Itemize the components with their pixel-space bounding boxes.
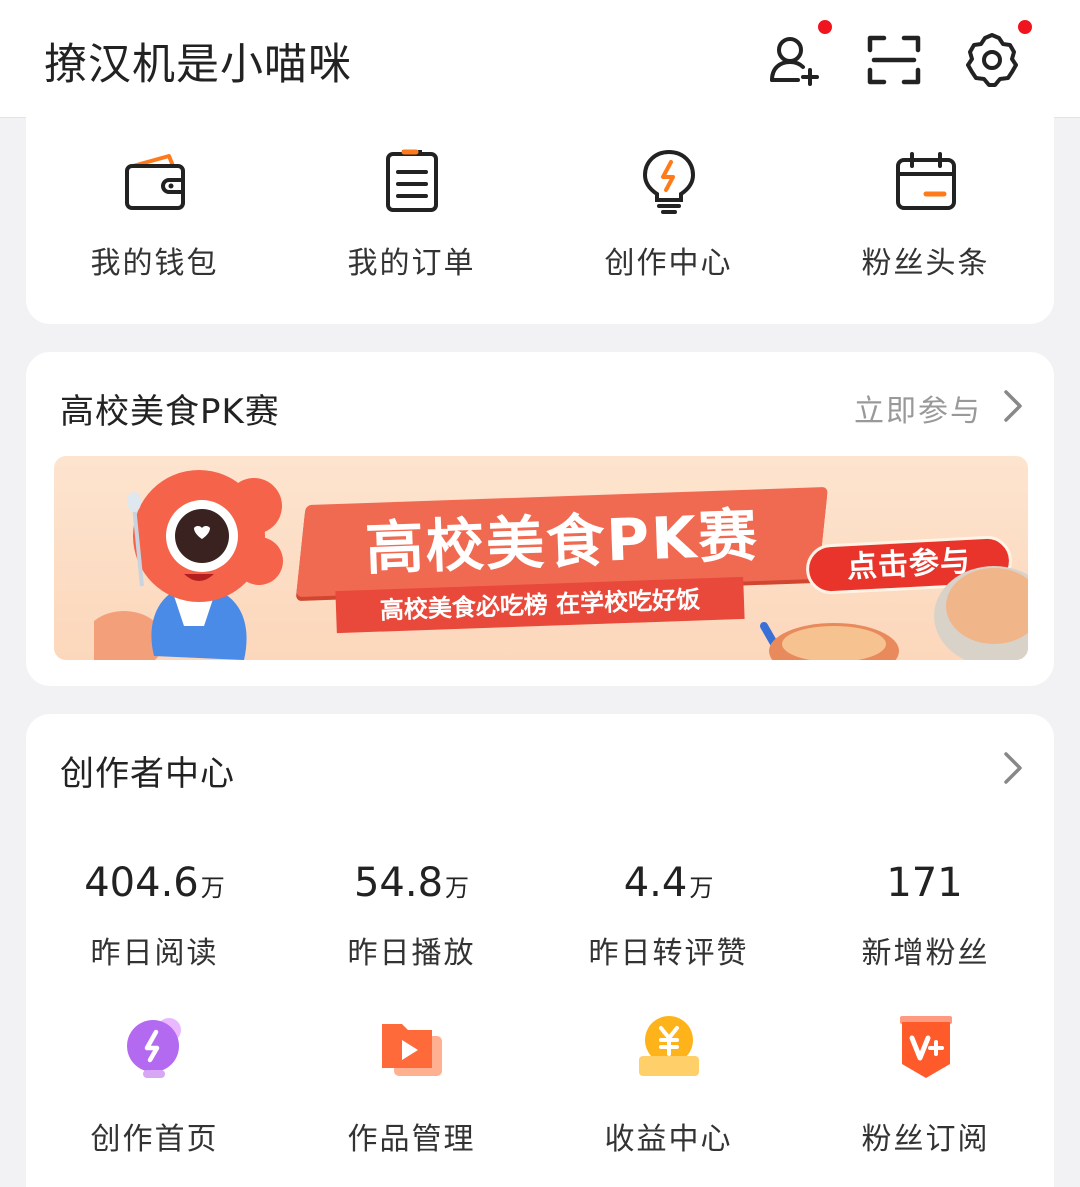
stat-label: 新增粉丝 xyxy=(861,936,990,971)
quick-action-label: 我的钱包 xyxy=(90,246,219,281)
v-plus-badge-icon xyxy=(890,1012,962,1084)
stat-value: 4.4 万 xyxy=(623,860,714,906)
add-friend-icon[interactable] xyxy=(764,30,824,90)
promo-title: 高校美食PK赛 xyxy=(60,392,280,432)
quick-actions-card: 我的钱包 我的订单 创作中心 粉丝头条 xyxy=(26,100,1054,324)
join-now-link[interactable]: 立即参与 xyxy=(854,386,982,430)
stat-value: 54.8 万 xyxy=(353,860,470,906)
tool-creation-home[interactable]: 创作首页 xyxy=(26,1012,283,1158)
quick-action-orders[interactable]: 我的订单 xyxy=(283,146,540,282)
calendar-icon xyxy=(890,146,962,218)
food-illustration xyxy=(760,622,899,660)
tool-earnings-center[interactable]: 收益中心 xyxy=(540,1012,797,1158)
stat-label: 昨日阅读 xyxy=(90,936,219,971)
stat-label: 昨日播放 xyxy=(347,936,476,971)
stat-value: 404.6 万 xyxy=(84,860,225,906)
creator-stats-row: 404.6 万 昨日阅读 54.8 万 昨日播放 4.4 万 昨日转评赞 171 新增… xyxy=(26,860,1054,972)
banner-headline: 高校美食PK赛 xyxy=(296,486,828,598)
quick-action-fans-headline[interactable]: 粉丝头条 xyxy=(797,146,1054,282)
tool-label: 创作首页 xyxy=(90,1122,219,1157)
creator-center-card: 创作者中心 404.6 万 昨日阅读 54.8 万 昨日播放 4.4 万 昨日转评赞 … xyxy=(26,714,1054,1187)
order-icon xyxy=(376,146,448,218)
quick-action-label: 创作中心 xyxy=(604,246,733,281)
quick-action-label: 粉丝头条 xyxy=(861,246,990,281)
yuan-coin-icon xyxy=(633,1012,705,1084)
stat-yesterday-plays[interactable]: 54.8 万 昨日播放 xyxy=(283,860,540,972)
creator-center-title: 创作者中心 xyxy=(60,754,235,794)
settings-icon[interactable] xyxy=(962,30,1022,90)
scan-icon[interactable] xyxy=(864,30,924,90)
food-illustration xyxy=(934,566,1028,660)
quick-action-label: 我的订单 xyxy=(347,246,476,281)
chevron-right-icon[interactable] xyxy=(1002,388,1024,424)
notification-dot xyxy=(816,18,834,36)
tool-fan-subscription[interactable]: 粉丝订阅 xyxy=(797,1012,1054,1158)
promo-banner[interactable]: 高校美食PK赛 高校美食必吃榜 在学校吃好饭 点击参与 xyxy=(54,456,1028,660)
tool-label: 作品管理 xyxy=(347,1122,476,1157)
chevron-right-icon[interactable] xyxy=(1002,750,1024,786)
stat-yesterday-engagement[interactable]: 4.4 万 昨日转评赞 xyxy=(540,860,797,972)
creator-tools-row: 创作首页 作品管理 收益中心 粉丝订阅 xyxy=(26,1012,1054,1158)
bolt-bulb-icon xyxy=(119,1012,191,1084)
quick-action-wallet[interactable]: 我的钱包 xyxy=(26,146,283,282)
mascot-illustration xyxy=(94,470,283,660)
tool-works-management[interactable]: 作品管理 xyxy=(283,1012,540,1158)
username-title[interactable]: 撩汉机是小喵咪 xyxy=(44,30,352,92)
video-folder-icon xyxy=(376,1012,448,1084)
wallet-icon xyxy=(119,146,191,218)
stat-new-followers[interactable]: 171 新增粉丝 xyxy=(797,860,1054,972)
stat-yesterday-reads[interactable]: 404.6 万 昨日阅读 xyxy=(26,860,283,972)
quick-actions-grid: 我的钱包 我的订单 创作中心 粉丝头条 xyxy=(26,146,1054,282)
quick-action-creation[interactable]: 创作中心 xyxy=(540,146,797,282)
stat-label: 昨日转评赞 xyxy=(588,936,749,971)
stat-value: 171 xyxy=(886,860,963,906)
notification-dot xyxy=(1016,18,1034,36)
lightbulb-icon xyxy=(633,146,705,218)
promo-card: 高校美食PK赛 立即参与 高校美食PK赛 高校美食必吃榜 在学校吃好饭 点击参与 xyxy=(26,352,1054,686)
tool-label: 粉丝订阅 xyxy=(861,1122,990,1157)
tool-label: 收益中心 xyxy=(604,1122,733,1157)
